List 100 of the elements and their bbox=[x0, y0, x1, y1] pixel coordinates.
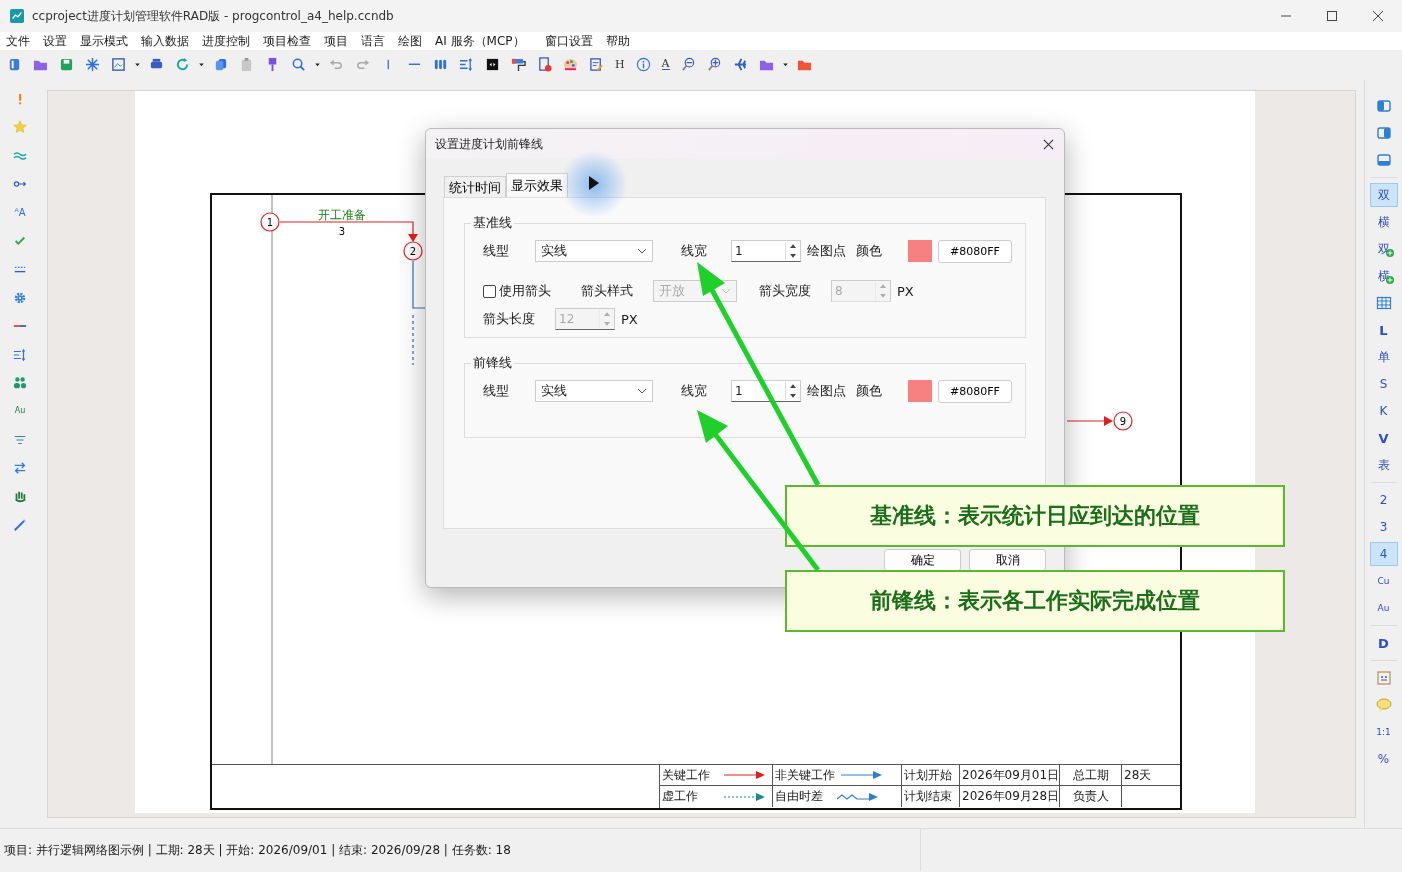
color-code-button[interactable]: #8080FF bbox=[938, 239, 1012, 263]
color-code-button[interactable]: #8080FF bbox=[938, 379, 1012, 403]
save-icon[interactable] bbox=[59, 56, 74, 72]
unit-label: PX bbox=[897, 283, 914, 299]
menu-item[interactable]: 文件 bbox=[6, 32, 30, 50]
people-icon[interactable] bbox=[13, 375, 27, 390]
paint-roller-icon[interactable] bbox=[511, 56, 526, 72]
swap-icon[interactable] bbox=[13, 461, 27, 476]
panel-right-icon[interactable] bbox=[1375, 125, 1392, 141]
maximize-icon[interactable] bbox=[1326, 10, 1338, 22]
line-type-select[interactable]: 实线 bbox=[535, 380, 653, 402]
palette-icon[interactable] bbox=[563, 56, 578, 72]
dialog-button[interactable]: 取消 bbox=[969, 549, 1046, 571]
task-duration: 3 bbox=[338, 226, 346, 237]
zoom-in-icon[interactable] bbox=[706, 56, 722, 72]
sidebar-button[interactable]: 4 bbox=[1369, 542, 1398, 566]
sidebar-button[interactable]: 表 bbox=[1369, 453, 1398, 477]
sidebar-button[interactable]: 横 bbox=[1369, 210, 1398, 234]
sidebar-button[interactable]: 单 bbox=[1369, 345, 1398, 369]
legend-arrow bbox=[841, 770, 883, 780]
document-icon[interactable] bbox=[7, 56, 22, 72]
legend-label: 负责人 bbox=[1072, 788, 1109, 805]
sidebar-button[interactable]: L bbox=[1369, 318, 1398, 342]
line-width-spinner[interactable]: 1 bbox=[731, 240, 801, 262]
legend-label: 计划开始 bbox=[904, 766, 952, 784]
chevron-icon bbox=[721, 288, 731, 294]
network-node: 1 bbox=[260, 212, 280, 232]
window-title: ccproject进度计划管理软件RAD版 - progcontrol_a4_help.ccndb bbox=[32, 7, 394, 25]
line-type-label: 线型 bbox=[483, 382, 510, 400]
sidebar-letter-button[interactable]: Au bbox=[14, 404, 26, 419]
menu-item[interactable]: 设置 bbox=[43, 32, 67, 50]
sort-icon[interactable] bbox=[459, 56, 474, 72]
line-width-spinner[interactable]: 1 bbox=[731, 380, 801, 402]
menu-item[interactable]: 项目检查 bbox=[263, 32, 311, 50]
star-icon[interactable] bbox=[13, 120, 27, 135]
note-icon[interactable] bbox=[589, 56, 604, 72]
color-label: 颜色 bbox=[856, 382, 882, 400]
menu-item[interactable]: 帮助 bbox=[605, 32, 630, 50]
frame-icon[interactable] bbox=[1375, 670, 1392, 686]
legend-value: 28天 bbox=[1124, 766, 1152, 784]
document-icon[interactable] bbox=[537, 56, 552, 72]
sidebar-letter-button[interactable]: ᴬA bbox=[14, 205, 26, 220]
legend-arrow bbox=[837, 791, 879, 802]
tab[interactable]: 统计时间 bbox=[444, 176, 506, 197]
color-swatch[interactable] bbox=[908, 240, 932, 262]
close-icon[interactable] bbox=[1043, 138, 1054, 150]
menu-item[interactable]: 进度控制 bbox=[202, 32, 250, 50]
legend-label: 关键工作 bbox=[662, 766, 711, 784]
menu-item[interactable]: 窗口设置 bbox=[544, 32, 593, 50]
unit-label: 绘图点 bbox=[807, 382, 846, 400]
toolbar-letter-button[interactable]: A bbox=[661, 58, 670, 70]
zoom-out-icon[interactable] bbox=[680, 56, 696, 72]
sidebar-button[interactable]: 双 bbox=[1369, 183, 1398, 207]
hand-icon[interactable] bbox=[13, 489, 27, 504]
chevron-icon bbox=[637, 248, 647, 254]
sidebar-button[interactable]: 2 bbox=[1369, 488, 1398, 512]
sidebar-button[interactable]: 1:1 bbox=[1369, 720, 1398, 744]
refresh-icon[interactable] bbox=[175, 56, 190, 72]
color-swatch[interactable] bbox=[908, 380, 932, 402]
pen-icon[interactable] bbox=[13, 517, 27, 532]
asterisk-icon[interactable] bbox=[85, 56, 100, 72]
close-icon[interactable] bbox=[1372, 10, 1384, 22]
sidebar-button[interactable]: % bbox=[1369, 747, 1398, 771]
panel-bottom-icon[interactable] bbox=[1375, 152, 1392, 168]
search-icon[interactable] bbox=[291, 56, 306, 72]
sidebar-button[interactable]: Au bbox=[1369, 596, 1398, 620]
toolbar-letter-button[interactable]: H bbox=[615, 57, 625, 71]
sort-icon[interactable] bbox=[13, 347, 27, 362]
legend-label: 计划结束 bbox=[904, 788, 952, 805]
sidebar-button[interactable]: 3 bbox=[1369, 515, 1398, 539]
image-icon[interactable] bbox=[111, 56, 126, 72]
menu-item[interactable]: AI 服务（MCP） bbox=[435, 32, 525, 50]
paste-icon[interactable] bbox=[239, 56, 254, 72]
sidebar-button[interactable]: K bbox=[1369, 399, 1398, 423]
arrow-checkbox[interactable]: 使用箭头 bbox=[483, 282, 551, 300]
legend-arrow bbox=[724, 770, 766, 780]
sidebar-button[interactable]: V bbox=[1369, 426, 1398, 450]
info-icon[interactable] bbox=[635, 56, 651, 72]
split-view-icon[interactable] bbox=[485, 56, 500, 72]
sidebar-button[interactable]: S bbox=[1369, 372, 1398, 396]
cursor-icon bbox=[588, 175, 600, 191]
copy-icon[interactable] bbox=[213, 56, 228, 72]
plane-icon[interactable] bbox=[732, 56, 748, 72]
line-type-select[interactable]: 实线 bbox=[535, 240, 653, 262]
sidebar-button[interactable]: D bbox=[1369, 631, 1398, 655]
panel-left-icon[interactable] bbox=[1375, 98, 1392, 114]
menu-item[interactable]: 输入数据 bbox=[141, 32, 189, 50]
sidebar-button[interactable]: Cu bbox=[1369, 569, 1398, 593]
chevron-icon bbox=[637, 388, 647, 394]
dialog-title: 设置进度计划前锋线 bbox=[435, 135, 543, 153]
menu-item[interactable]: 绘图 bbox=[398, 32, 422, 50]
menu-item[interactable]: 语言 bbox=[361, 32, 385, 50]
table-icon[interactable] bbox=[1375, 295, 1392, 311]
network-node: 2 bbox=[403, 241, 423, 261]
menu-item[interactable]: 项目 bbox=[324, 32, 348, 50]
tab[interactable]: 显示效果 bbox=[506, 173, 568, 197]
menu-item[interactable]: 显示模式 bbox=[80, 32, 128, 50]
arrow-width-label: 箭头宽度 bbox=[759, 282, 811, 300]
dialog-button[interactable]: 确定 bbox=[884, 549, 961, 571]
settings-icon[interactable] bbox=[13, 290, 27, 305]
